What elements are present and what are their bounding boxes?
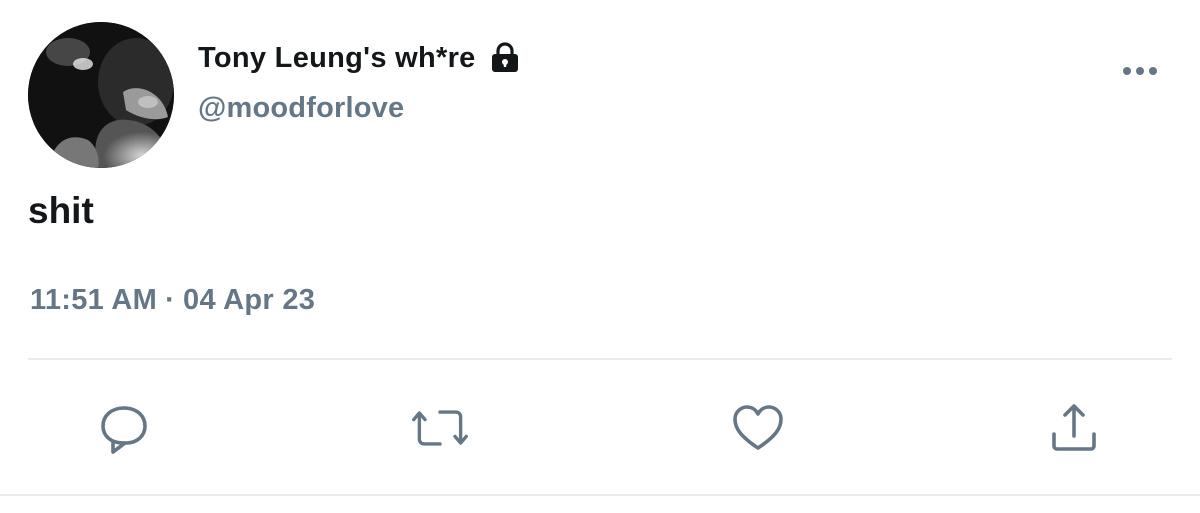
avatar-photo bbox=[28, 22, 174, 168]
display-name-row: Tony Leung's wh*re bbox=[198, 38, 520, 78]
tweet-date: 04 Apr 23 bbox=[183, 284, 316, 316]
tweet-time: 11:51 AM bbox=[30, 284, 158, 316]
user-handle[interactable]: @moodforlove bbox=[198, 92, 404, 125]
display-name[interactable]: Tony Leung's wh*re bbox=[198, 42, 476, 75]
divider bbox=[0, 494, 1200, 496]
share-icon bbox=[1052, 404, 1096, 451]
like-button[interactable] bbox=[728, 400, 788, 456]
share-button[interactable] bbox=[1044, 400, 1104, 456]
heart-icon bbox=[733, 405, 783, 450]
reply-button[interactable] bbox=[94, 400, 154, 456]
retweet-icon bbox=[412, 410, 468, 446]
timestamp[interactable]: 11:51 AM · 04 Apr 23 bbox=[30, 284, 315, 317]
divider bbox=[28, 358, 1172, 360]
timestamp-separator: · bbox=[165, 284, 176, 316]
tweet-text: shit bbox=[28, 190, 94, 231]
retweet-button[interactable] bbox=[410, 400, 470, 456]
more-icon bbox=[1123, 67, 1157, 75]
lock-icon bbox=[490, 42, 520, 74]
avatar[interactable] bbox=[28, 22, 174, 168]
comment-icon bbox=[101, 406, 147, 454]
more-options-button[interactable] bbox=[1118, 56, 1164, 86]
